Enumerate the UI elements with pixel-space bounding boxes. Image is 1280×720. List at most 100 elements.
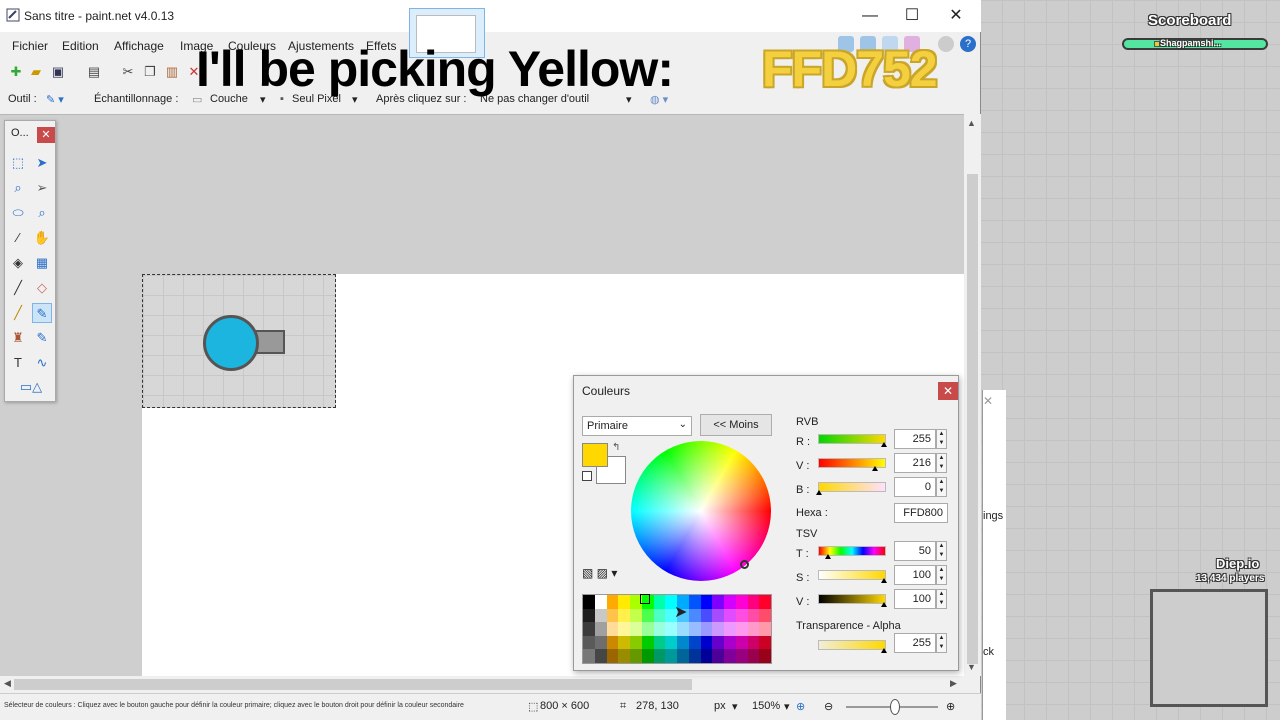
- zoom-icon[interactable]: ⌕: [32, 203, 52, 223]
- palette-swatch[interactable]: [618, 622, 630, 636]
- paint-bucket-icon[interactable]: ◈: [8, 253, 28, 273]
- palette-swatch[interactable]: [630, 635, 642, 650]
- palette-swatch[interactable]: [618, 608, 630, 623]
- palette-swatch[interactable]: [677, 649, 689, 663]
- palette-swatch[interactable]: [688, 649, 701, 663]
- menu-view[interactable]: Affichage: [114, 39, 164, 53]
- palette-swatch[interactable]: [594, 608, 607, 623]
- shapes-icon[interactable]: ▭△: [13, 377, 49, 397]
- r-spinner[interactable]: ▲ ▼: [936, 429, 947, 449]
- slider-knob[interactable]: [816, 490, 822, 495]
- color-wheel[interactable]: [631, 441, 771, 581]
- palette-menu-icon[interactable]: ▧ ▨ ▾: [582, 566, 617, 580]
- palette-swatch[interactable]: [759, 649, 771, 663]
- palette-swatch[interactable]: [641, 649, 654, 663]
- palette-swatch[interactable]: [724, 622, 736, 636]
- close-icon[interactable]: ✕: [37, 127, 55, 143]
- palette-swatch[interactable]: [724, 649, 736, 663]
- palette-swatch[interactable]: [606, 635, 619, 650]
- value-spinner[interactable]: ▲ ▼: [936, 589, 947, 609]
- menu-edit[interactable]: Edition: [62, 39, 99, 53]
- text-icon[interactable]: T: [8, 353, 28, 373]
- palette-swatch[interactable]: [583, 608, 595, 623]
- palette-swatch[interactable]: [677, 622, 689, 636]
- settings-icon[interactable]: [938, 36, 954, 52]
- palette-swatch[interactable]: [630, 608, 642, 623]
- zoom-in-icon[interactable]: ⊕: [946, 700, 955, 713]
- t-spinner[interactable]: ▲ ▼: [936, 541, 947, 561]
- chevron-down-icon[interactable]: ▾: [732, 700, 738, 713]
- palette-swatch[interactable]: [653, 595, 666, 609]
- palette-swatch[interactable]: [747, 595, 760, 609]
- value-input[interactable]: 100: [894, 589, 936, 609]
- cut-icon[interactable]: ✂: [120, 64, 136, 80]
- alpha-input[interactable]: 255: [894, 633, 936, 653]
- palette-swatch[interactable]: [583, 622, 595, 636]
- ellipse-select-icon[interactable]: ⬭: [8, 203, 28, 223]
- line-curve-icon[interactable]: ∿: [32, 353, 52, 373]
- rectangle-select-icon[interactable]: ⬚: [8, 153, 28, 173]
- palette-swatch[interactable]: [735, 608, 748, 623]
- palette-swatch[interactable]: [618, 635, 630, 650]
- paintbrush-icon[interactable]: ╱: [8, 278, 28, 298]
- slider-knob[interactable]: [881, 602, 887, 607]
- chevron-down-icon[interactable]: ▾: [784, 700, 790, 713]
- palette-swatch[interactable]: [606, 608, 619, 623]
- magic-wand-icon[interactable]: ⁄: [8, 228, 28, 248]
- slider-knob[interactable]: [881, 442, 887, 447]
- eraser-icon[interactable]: ◇: [32, 278, 52, 298]
- print-icon[interactable]: ▤: [86, 64, 102, 80]
- palette-swatch[interactable]: [630, 649, 642, 663]
- palette-swatch[interactable]: [712, 595, 724, 609]
- palette-swatch[interactable]: [665, 649, 677, 663]
- palette-swatch[interactable]: [594, 649, 607, 663]
- pencil-icon[interactable]: ╱: [8, 303, 28, 323]
- help-icon[interactable]: ?: [960, 36, 976, 52]
- palette-swatch[interactable]: [712, 622, 724, 636]
- palette-swatch[interactable]: [606, 622, 619, 636]
- move-selection-icon[interactable]: ➤: [32, 153, 52, 173]
- scroll-down-icon[interactable]: ▼: [967, 662, 976, 672]
- palette-swatch[interactable]: [747, 608, 760, 623]
- slider-knob[interactable]: [881, 648, 887, 653]
- palette-swatch[interactable]: [724, 608, 736, 623]
- alpha-spinner[interactable]: ▲ ▼: [936, 633, 947, 653]
- s-spinner[interactable]: ▲ ▼: [936, 565, 947, 585]
- scroll-right-icon[interactable]: ▶: [950, 678, 957, 689]
- slider-knob[interactable]: [825, 554, 831, 559]
- palette-swatch[interactable]: [747, 649, 760, 663]
- r-input[interactable]: 255: [894, 429, 936, 449]
- t-input[interactable]: 50: [894, 541, 936, 561]
- palette-swatch[interactable]: [594, 622, 607, 636]
- reset-colors-icon[interactable]: [582, 471, 592, 481]
- color-picker-icon[interactable]: ✎ ▾: [46, 93, 64, 106]
- swap-colors-icon[interactable]: ↰: [612, 442, 620, 453]
- color-wheel-marker[interactable]: [740, 560, 749, 569]
- menu-file[interactable]: Fichier: [12, 39, 48, 53]
- palette-swatch[interactable]: [594, 595, 607, 609]
- scroll-thumb[interactable]: [14, 679, 692, 690]
- palette-swatch[interactable]: [653, 649, 666, 663]
- gradient-icon[interactable]: ▦: [32, 253, 52, 273]
- maximize-button[interactable]: ☐: [902, 6, 922, 26]
- color-picker-icon[interactable]: ✎: [32, 303, 52, 323]
- slider-knob[interactable]: [872, 466, 878, 471]
- palette-swatch[interactable]: [583, 649, 595, 663]
- open-icon[interactable]: ▰: [28, 64, 44, 80]
- palette-swatch[interactable]: [594, 635, 607, 650]
- palette-swatch[interactable]: [606, 649, 619, 663]
- s-slider[interactable]: [818, 570, 887, 583]
- palette-swatch[interactable]: [641, 608, 654, 623]
- palette-swatch[interactable]: [606, 595, 619, 609]
- clone-stamp-icon[interactable]: ♜: [8, 328, 28, 348]
- palette-swatch[interactable]: [700, 595, 713, 609]
- palette-swatch[interactable]: [700, 622, 713, 636]
- b-slider[interactable]: [816, 482, 886, 495]
- t-slider[interactable]: [818, 546, 886, 559]
- close-button[interactable]: ✕: [946, 6, 966, 26]
- v-input[interactable]: 216: [894, 453, 936, 473]
- palette-swatch[interactable]: [688, 622, 701, 636]
- palette-swatch[interactable]: [747, 622, 760, 636]
- selection[interactable]: [142, 274, 336, 408]
- palette-swatch[interactable]: [735, 622, 748, 636]
